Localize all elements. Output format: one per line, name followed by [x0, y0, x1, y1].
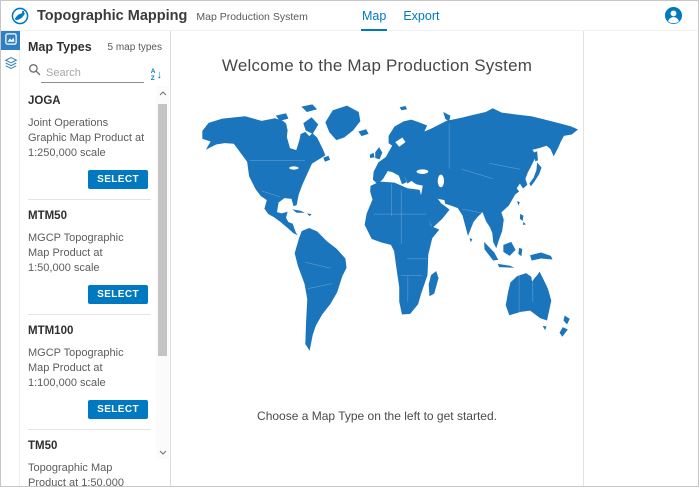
- map-type-description: Topographic Map Product at 1:50,000 scal…: [28, 461, 147, 486]
- scroll-up-icon[interactable]: [156, 87, 169, 99]
- panel-header: Map Types 5 map types: [20, 31, 170, 54]
- select-button[interactable]: SELECT: [88, 400, 148, 419]
- side-toolbar: [1, 31, 20, 486]
- scrollbar-thumb[interactable]: [158, 104, 167, 356]
- tool-layers-button[interactable]: [1, 56, 20, 75]
- scroll-down-icon[interactable]: [156, 446, 169, 458]
- page-title: Welcome to the Map Production System: [171, 56, 583, 76]
- welcome-panel: Welcome to the Map Production System: [171, 31, 584, 486]
- map-type-name: MTM50: [28, 210, 151, 222]
- map-type-item: TM50 Topographic Map Product at 1:50,000…: [28, 430, 151, 486]
- app-subtitle: Map Production System: [196, 8, 307, 23]
- map-type-item: MTM50 MGCP Topographic Map Product at 1:…: [28, 200, 151, 315]
- sort-arrow-icon: ↓: [157, 70, 163, 81]
- map-type-list: JOGA Joint Operations Graphic Map Produc…: [20, 85, 153, 486]
- map-type-description: MGCP Topographic Map Product at 1:50,000…: [28, 231, 147, 276]
- sort-az-button[interactable]: A Z ↓: [151, 69, 162, 83]
- select-button[interactable]: SELECT: [88, 170, 148, 189]
- panel-title: Map Types: [28, 40, 92, 54]
- main-tabs: Map Export: [361, 1, 440, 31]
- account-icon[interactable]: [664, 6, 683, 25]
- map-type-count: 5 map types: [108, 40, 162, 53]
- world-map: [187, 103, 580, 355]
- map-type-item: JOGA Joint Operations Graphic Map Produc…: [28, 85, 151, 200]
- map-product-icon: [5, 32, 17, 50]
- search-icon: [28, 63, 41, 83]
- app-title: Topographic Mapping: [37, 8, 187, 24]
- app-header: Topographic Mapping Map Production Syste…: [1, 1, 698, 31]
- instruction-text: Choose a Map Type on the left to get sta…: [171, 409, 583, 423]
- layers-icon: [4, 56, 18, 75]
- sort-az-letters: A Z: [151, 69, 156, 82]
- select-button[interactable]: SELECT: [88, 285, 148, 304]
- tab-export[interactable]: Export: [402, 1, 440, 31]
- search-input[interactable]: [41, 65, 144, 83]
- map-type-name: MTM100: [28, 325, 151, 337]
- app-window: Topographic Mapping Map Production Syste…: [0, 0, 699, 487]
- map-types-panel: Map Types 5 map types A Z ↓ JOGA J: [20, 31, 171, 486]
- search-row: A Z ↓: [28, 63, 162, 83]
- tab-map[interactable]: Map: [361, 1, 387, 31]
- globe-logo-icon: [11, 7, 29, 25]
- map-type-description: Joint Operations Graphic Map Product at …: [28, 116, 147, 161]
- map-type-description: MGCP Topographic Map Product at 1:100,00…: [28, 346, 147, 391]
- map-type-name: JOGA: [28, 95, 151, 107]
- map-type-item: MTM100 MGCP Topographic Map Product at 1…: [28, 315, 151, 430]
- map-type-name: TM50: [28, 440, 151, 452]
- sort-letter-z: Z: [151, 76, 156, 83]
- sidebar-scrollbar[interactable]: [156, 86, 169, 459]
- tool-map-types-button[interactable]: [1, 31, 20, 50]
- detail-panel-placeholder: [584, 31, 698, 486]
